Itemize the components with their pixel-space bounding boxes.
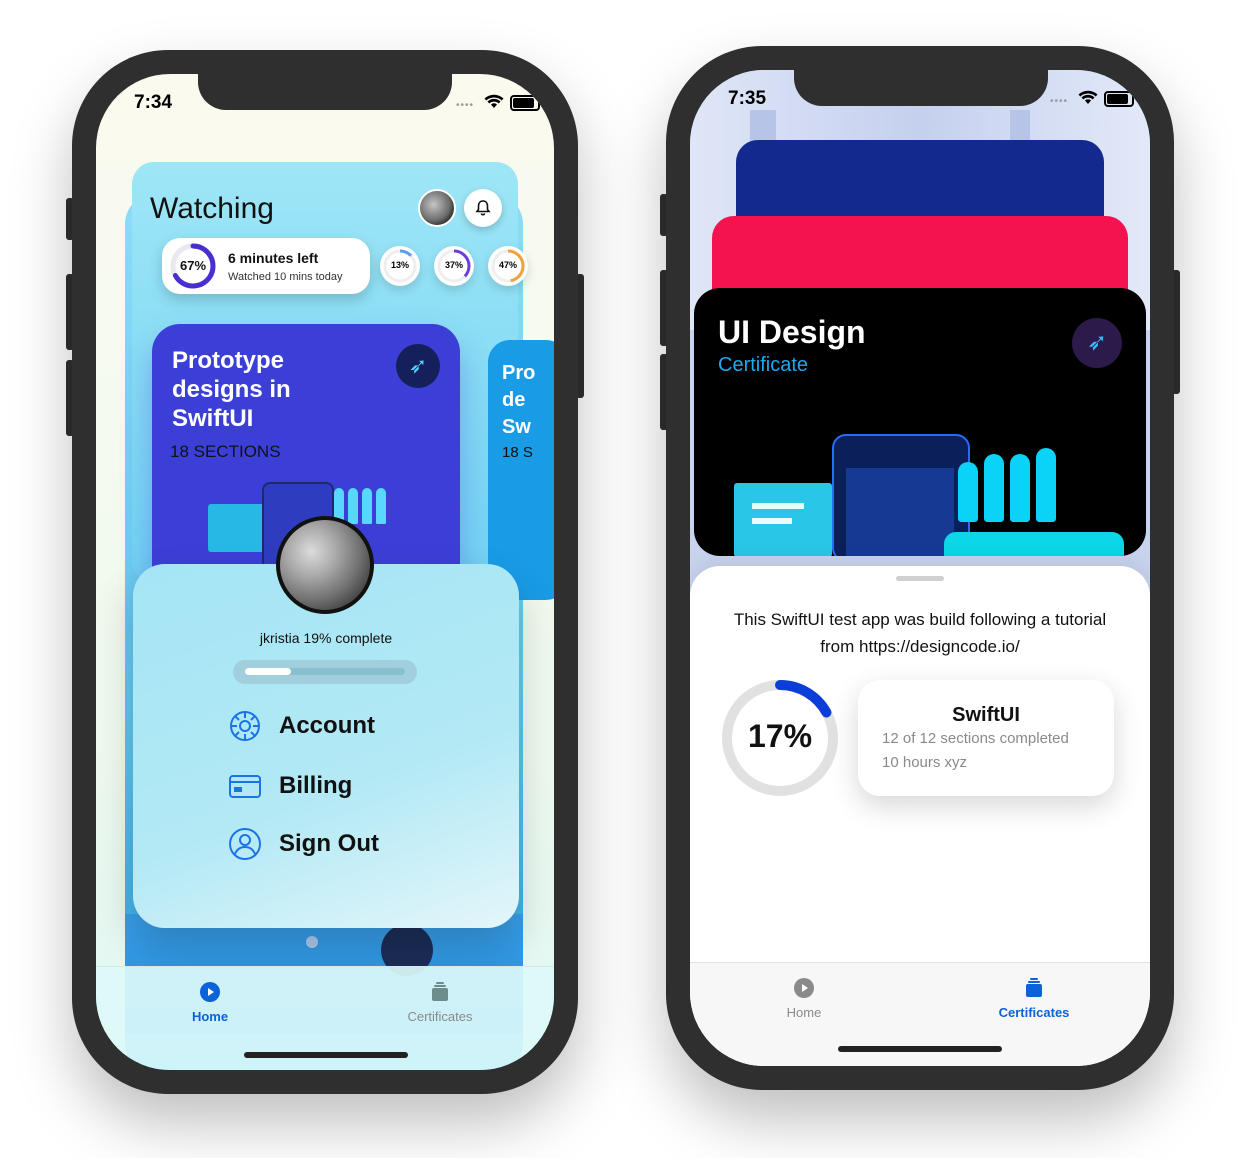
- tab-certificates[interactable]: Certificates: [394, 981, 486, 1024]
- swift-logo-icon: ➶: [396, 344, 440, 388]
- menu-item-billing-label: Billing: [279, 772, 353, 799]
- left-screen: Watching 67% 6 minutes left Watched 10 m…: [96, 74, 554, 1070]
- sheet-handle[interactable]: [896, 576, 944, 581]
- wifi-icon: [1078, 90, 1098, 104]
- next-course-card[interactable]: Pro de Sw 18 S: [488, 340, 554, 600]
- watch-progress-subtitle: Watched 10 mins today: [228, 271, 343, 283]
- certificate-illustration: [734, 428, 1134, 556]
- right-phone-frame: UI Design Certificate ➶ This SwiftUI tes…: [666, 46, 1174, 1090]
- creditcard-icon: [229, 775, 261, 798]
- certificate-subtitle: Certificate: [718, 354, 809, 376]
- stack-icon: [432, 982, 448, 1001]
- header-title: Watching: [150, 192, 274, 225]
- tab-home-label: Home: [786, 1005, 822, 1020]
- stack-icon: [1026, 978, 1042, 997]
- menu-progress-text: jkristia 19% complete: [259, 630, 393, 646]
- notch: [198, 74, 452, 110]
- tab-certificates-label: Certificates: [407, 1009, 473, 1024]
- mini-ring-1[interactable]: 13%: [380, 246, 420, 286]
- home-indicator: [244, 1052, 408, 1058]
- wifi-icon: [484, 94, 504, 108]
- battery-icon: [510, 95, 540, 111]
- menu-item-account[interactable]: Account: [227, 708, 375, 744]
- description-text: This SwiftUI test app was build followin…: [733, 610, 1107, 656]
- next-course-card-title: Pro de Sw: [502, 362, 536, 438]
- home-indicator: [838, 1046, 1002, 1052]
- swift-logo-icon: ➶: [1072, 318, 1122, 368]
- mini-ring-3-label: 47%: [498, 260, 517, 270]
- status-time: 7:35: [728, 88, 767, 109]
- watch-progress-percent: 67%: [179, 258, 207, 273]
- mini-ring-2-label: 37%: [444, 260, 463, 270]
- left-phone-frame: Watching 67% 6 minutes left Watched 10 m…: [72, 50, 578, 1094]
- tab-home[interactable]: Home: [764, 977, 844, 1020]
- course-info-card[interactable]: SwiftUI 12 of 12 sections completed 10 h…: [858, 680, 1114, 796]
- mini-ring-3[interactable]: 47%: [488, 246, 528, 286]
- signal-icon: ••••: [456, 100, 475, 111]
- menu-card: jkristia 19% complete Account Billing Si…: [133, 564, 519, 928]
- tab-certificates[interactable]: Certificates: [988, 977, 1080, 1020]
- person-icon: [229, 828, 261, 860]
- menu-item-signout-label: Sign Out: [279, 830, 379, 857]
- menu-progress-fill: [245, 668, 291, 675]
- course-info-title: SwiftUI: [952, 704, 1020, 726]
- battery-icon: [1104, 91, 1134, 107]
- decor-dot: [306, 936, 318, 948]
- notch: [794, 70, 1048, 106]
- tab-certificates-label: Certificates: [998, 1005, 1070, 1020]
- course-info-line2: 10 hours xyz: [882, 754, 968, 771]
- course-card-title: Prototype designs in SwiftUI: [172, 347, 291, 432]
- menu-item-signout[interactable]: Sign Out: [227, 826, 379, 862]
- play-circle-icon: [200, 982, 220, 1002]
- next-course-card-sections: 18 S: [502, 444, 533, 461]
- menu-item-billing[interactable]: Billing: [227, 768, 352, 804]
- notification-button[interactable]: [464, 189, 502, 227]
- mini-ring-1-label: 13%: [390, 260, 409, 270]
- menu-progress-track: [233, 660, 417, 684]
- profile-avatar[interactable]: [276, 516, 374, 614]
- tab-home-label: Home: [191, 1009, 229, 1024]
- watch-progress-title: 6 minutes left: [228, 250, 319, 266]
- signal-icon: ••••: [1050, 96, 1069, 107]
- mini-ring-2[interactable]: 37%: [434, 246, 474, 286]
- gear-icon: [230, 711, 260, 741]
- status-time: 7:34: [134, 92, 173, 113]
- progress-ring-percent: 17%: [747, 718, 813, 754]
- avatar[interactable]: [418, 189, 456, 227]
- right-screen: UI Design Certificate ➶ This SwiftUI tes…: [690, 70, 1150, 1066]
- watch-progress-card[interactable]: 67% 6 minutes left Watched 10 mins today: [162, 238, 370, 294]
- certificate-title: UI Design: [718, 314, 866, 350]
- bell-icon: [475, 200, 491, 216]
- course-card-sections: 18 SECTIONS: [170, 442, 281, 461]
- certificate-card-front[interactable]: UI Design Certificate ➶: [694, 288, 1146, 556]
- course-info-line1: 12 of 12 sections completed: [882, 730, 1069, 747]
- menu-item-account-label: Account: [279, 712, 375, 739]
- tab-home[interactable]: Home: [170, 981, 250, 1024]
- play-circle-icon: [794, 978, 814, 998]
